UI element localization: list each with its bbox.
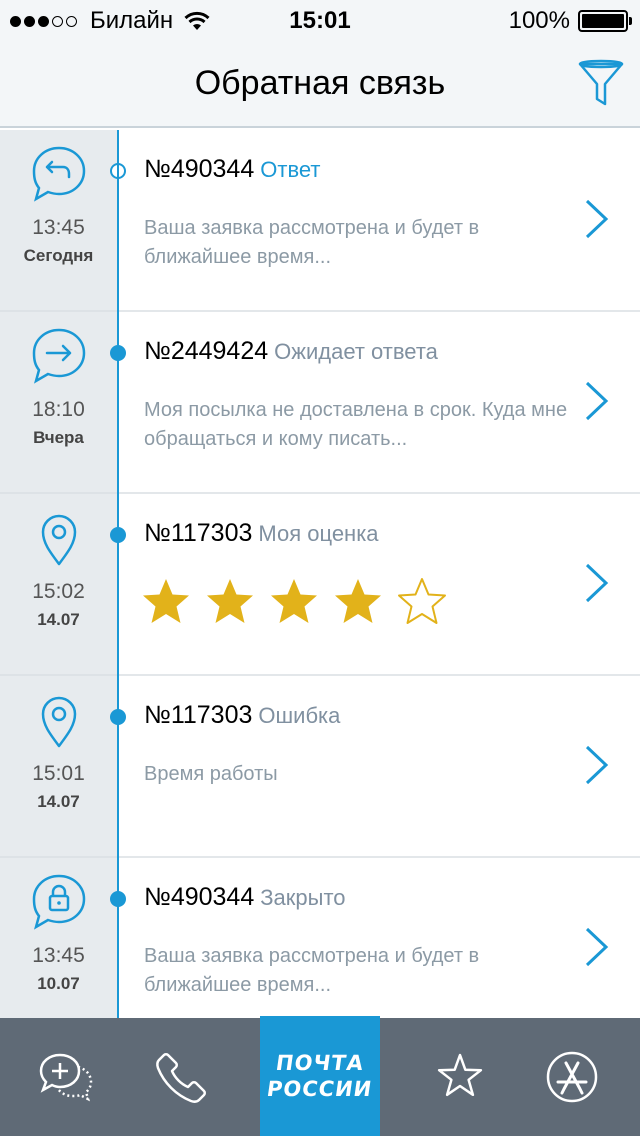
tab-new-chat[interactable] (16, 1018, 116, 1136)
pochta-logo[interactable]: ПОЧТА РОССИИ (260, 1016, 380, 1136)
battery-percent: 100% (508, 7, 570, 34)
ticket-number: №117303 (144, 519, 253, 547)
chevron-right-icon (585, 927, 609, 967)
ticket-header: №490344 Закрыто (144, 883, 346, 912)
star-filled-icon (207, 579, 253, 623)
ticket-message: Ваша заявка рассмотрена и будет в ближай… (144, 945, 480, 996)
ticket-row[interactable]: 13:45 Сегодня №490344 Ответ Ваша заявка р… (0, 130, 640, 312)
ticket-number: №490344 (144, 155, 255, 183)
app-store-icon (546, 1051, 598, 1103)
star-empty-icon (398, 578, 446, 624)
ticket-time: 13:45 (32, 216, 85, 239)
ticket-time: 13:45 (32, 944, 85, 967)
ticket-row[interactable]: 15:01 14.07 №117303 Ошибка Время работы (0, 676, 640, 858)
navigation-bar: Обратная связь (0, 40, 640, 128)
phone-icon (156, 1053, 206, 1103)
chevron-right-icon (585, 381, 609, 421)
tab-bar: ПОЧТА РОССИИ (0, 1016, 640, 1136)
star-filled-icon (143, 579, 189, 623)
tab-phone[interactable] (132, 1018, 232, 1136)
status-bar: Билайн 15:01 100% (0, 0, 640, 40)
ticket-date: 10.07 (37, 974, 80, 993)
ticket-status: Ответ (260, 157, 321, 182)
new-chat-icon (39, 1053, 93, 1102)
ticket-number: №490344 (144, 883, 255, 911)
ticket-date: 14.07 (37, 792, 80, 811)
forward-bubble-icon (32, 328, 86, 384)
page-title: Обратная связь (194, 64, 446, 102)
feedback-list: 13:45 Сегодня №490344 Ответ Ваша заявка р… (0, 130, 640, 1018)
filter-icon[interactable] (576, 58, 626, 110)
ticket-number: №117303 (144, 701, 253, 729)
ticket-row[interactable]: 15:02 14.07 №117303 Моя оценка (0, 494, 640, 676)
battery-icon (578, 10, 632, 32)
ticket-message: Время работы (144, 763, 278, 785)
ticket-header: №117303 Ошибка (144, 701, 340, 730)
ticket-header: №490344 Ответ (144, 155, 320, 184)
tab-app-store[interactable] (522, 1018, 622, 1136)
ticket-row[interactable]: 18:10 Вчера №2449424 Ожидает ответа Моя п… (0, 312, 640, 494)
chevron-right-icon (585, 199, 609, 239)
ticket-status: Ожидает ответа (274, 339, 438, 364)
ticket-message: Ваша заявка рассмотрена и будет в ближай… (144, 217, 480, 268)
reply-bubble-icon (32, 146, 86, 202)
chevron-right-icon (585, 745, 609, 785)
ticket-header: №117303 Моя оценка (144, 519, 379, 548)
chevron-right-icon (585, 563, 609, 603)
timeline-rail (117, 130, 119, 1018)
ticket-status: Моя оценка (258, 521, 379, 546)
ticket-date: Сегодня (23, 246, 94, 265)
ticket-header: №2449424 Ожидает ответа (144, 337, 438, 366)
logo-line-1: ПОЧТА (274, 1051, 366, 1075)
ticket-date: 14.07 (37, 610, 80, 629)
ticket-time: 15:02 (32, 580, 85, 603)
ticket-status: Ошибка (258, 703, 341, 728)
ticket-time: 15:01 (32, 762, 85, 785)
lock-bubble-icon (32, 874, 86, 930)
ticket-time: 18:10 (32, 398, 85, 421)
rating-stars (140, 576, 460, 626)
ticket-message: Моя посылка не доставлена в срок. Куда м… (144, 399, 568, 450)
ticket-status: Закрыто (260, 885, 346, 910)
ticket-number: №2449424 (144, 337, 269, 365)
star-filled-icon (335, 579, 381, 623)
status-right: 100% (508, 7, 632, 35)
tab-favorites[interactable] (410, 1018, 510, 1136)
location-pin-icon (41, 696, 77, 748)
logo-line-2: РОССИИ (265, 1077, 375, 1101)
ticket-date: Вчера (33, 428, 84, 447)
ticket-row[interactable]: 13:45 10.07 №490344 Закрыто Ваша заявка р… (0, 858, 640, 1018)
star-icon (437, 1053, 483, 1097)
location-pin-icon (41, 514, 77, 566)
star-filled-icon (271, 579, 317, 623)
